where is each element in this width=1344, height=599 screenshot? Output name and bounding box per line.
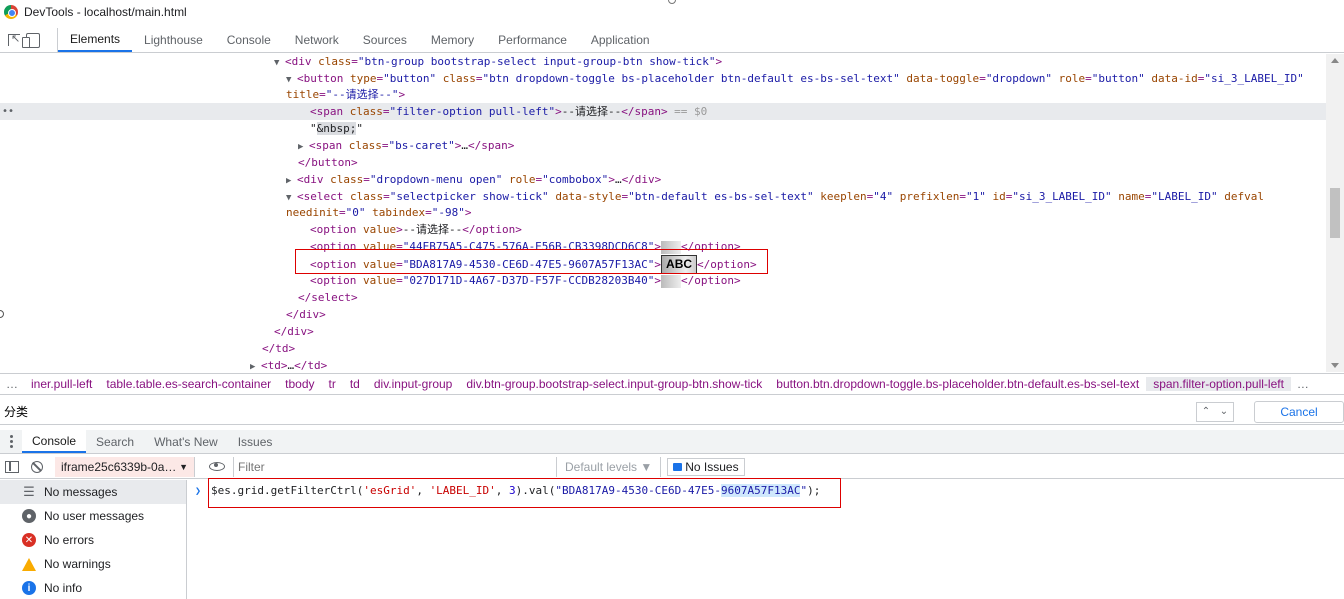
chevron-down-icon: ▼ xyxy=(179,461,188,472)
console-sidebar: ☰ No messages ● No user messages ✕ No er… xyxy=(0,480,187,599)
search-prev-icon[interactable]: ⌃ xyxy=(1197,403,1215,421)
devtools-tabbar: Elements Lighthouse Console Network Sour… xyxy=(0,28,1344,53)
breadcrumb-item[interactable]: tr xyxy=(322,377,343,391)
dom-node[interactable]: ▶ <div class="dropdown-menu open" role="c… xyxy=(286,171,661,188)
window-titlebar: DevTools - localhost/main.html xyxy=(0,0,1344,24)
node-menu-icon[interactable]: •• xyxy=(2,103,14,120)
breadcrumb-item[interactable]: div.btn-group.bootstrap-select.input-gro… xyxy=(459,377,769,391)
context-select[interactable]: iframe25c6339b-0a… ▼ xyxy=(55,456,195,477)
scroll-up-icon[interactable] xyxy=(1331,58,1339,63)
tab-lighthouse[interactable]: Lighthouse xyxy=(132,28,215,52)
dom-closing-tag[interactable]: </div> xyxy=(274,323,314,340)
dom-node-selected[interactable]: <span class="filter-option pull-left">--… xyxy=(310,103,707,120)
drawer-menu-icon[interactable] xyxy=(0,430,22,453)
dom-node[interactable]: ▼ <button type="button" class="btn dropdo… xyxy=(286,70,1304,87)
issues-label: No Issues xyxy=(685,459,739,474)
tab-performance[interactable]: Performance xyxy=(486,28,579,52)
expand-triangle-icon[interactable]: ▼ xyxy=(274,55,285,72)
search-navigation: ⌃ ⌄ xyxy=(1196,401,1234,422)
dom-closing-tag[interactable]: </button> xyxy=(298,154,358,171)
drawer-tab-issues[interactable]: Issues xyxy=(228,430,283,453)
tab-application[interactable]: Application xyxy=(579,28,662,52)
console-filter-input[interactable] xyxy=(233,456,557,477)
annotation-highlight-box xyxy=(208,478,841,508)
device-toolbar-icon[interactable] xyxy=(22,32,40,48)
window-title: DevTools - localhost/main.html xyxy=(24,5,187,19)
issue-flag-icon xyxy=(673,462,683,471)
scrollbar-thumb[interactable] xyxy=(1330,188,1340,238)
sidebar-item-label: No messages xyxy=(44,485,118,499)
issues-button[interactable]: No Issues xyxy=(667,457,745,476)
drawer-tab-console[interactable]: Console xyxy=(22,430,87,453)
breadcrumb-item[interactable]: div.input-group xyxy=(367,377,460,391)
tab-network[interactable]: Network xyxy=(283,28,351,52)
dom-option-node[interactable]: <option value="027D171D-4A67-D37D-F57F-C… xyxy=(310,272,741,289)
tab-memory[interactable]: Memory xyxy=(419,28,486,52)
sidebar-item-messages[interactable]: ☰ No messages xyxy=(0,480,186,504)
breadcrumb-right-icon[interactable]: … xyxy=(1291,377,1315,391)
drawer-tab-whats-new[interactable]: What's New xyxy=(144,430,228,453)
dom-node-continuation: title="--请选择--"> xyxy=(286,88,406,101)
breadcrumb-item[interactable]: td xyxy=(343,377,367,391)
breadcrumb-left-icon[interactable]: … xyxy=(0,377,24,391)
dom-node-continuation: needinit="0" tabindex="-98"> xyxy=(286,206,472,219)
dom-node[interactable]: ▶ <span class="bs-caret">…</span> xyxy=(298,137,514,154)
dom-node[interactable]: ▼ <select class="selectpicker show-tick" … xyxy=(286,188,1264,205)
inspect-element-icon[interactable] xyxy=(8,32,20,46)
dom-node[interactable]: ▼ <div class="btn-group bootstrap-select … xyxy=(274,54,722,70)
dom-closing-tag[interactable]: </select> xyxy=(298,289,358,306)
dom-text-node[interactable]: "&nbsp;" xyxy=(310,120,363,137)
sidebar-item-label: No user messages xyxy=(44,509,145,523)
clear-console-icon[interactable] xyxy=(31,460,43,473)
breadcrumb-item[interactable]: tbody xyxy=(278,377,321,391)
redacted-text xyxy=(661,274,682,288)
sidebar-item-label: No warnings xyxy=(44,557,111,571)
tab-console[interactable]: Console xyxy=(215,28,283,52)
info-icon: i xyxy=(22,581,36,595)
dom-node[interactable]: ▶ <td>…</td> xyxy=(250,357,327,372)
sidebar-item-warnings[interactable]: No warnings xyxy=(0,552,186,576)
elements-scrollbar[interactable] xyxy=(1326,54,1344,372)
dom-option-node[interactable]: <option value>--请选择--</option> xyxy=(310,221,522,238)
sidebar-item-label: No info xyxy=(44,581,83,595)
log-levels-dropdown[interactable]: Default levels ▼ xyxy=(557,456,662,477)
dom-closing-tag[interactable]: </td> xyxy=(262,340,295,357)
warning-icon xyxy=(22,557,36,571)
user-icon: ● xyxy=(22,509,36,523)
live-expression-eye-icon[interactable] xyxy=(209,462,225,471)
drawer-tabbar: Console Search What's New Issues xyxy=(0,430,1344,454)
elements-search-bar: ⌃ ⌄ Cancel xyxy=(0,399,1344,425)
dom-closing-tag[interactable]: </div> xyxy=(286,306,326,323)
breadcrumb: … iner.pull-left table.table.es-search-c… xyxy=(0,373,1344,395)
search-next-icon[interactable]: ⌄ xyxy=(1215,403,1233,421)
expand-triangle-icon[interactable]: ▶ xyxy=(250,359,261,372)
breadcrumb-item[interactable]: button.btn.dropdown-toggle.bs-placeholde… xyxy=(769,377,1146,391)
error-icon: ✕ xyxy=(22,533,36,547)
tab-sources[interactable]: Sources xyxy=(351,28,419,52)
list-icon: ☰ xyxy=(23,484,35,499)
sidebar-item-info[interactable]: i No info xyxy=(0,576,186,599)
chrome-logo-icon xyxy=(4,5,18,19)
console-toolbar: iframe25c6339b-0a… ▼ Default levels ▼ No… xyxy=(0,455,1344,479)
prompt-chevron-icon: ❯ xyxy=(195,486,202,497)
sidebar-toggle-icon[interactable] xyxy=(5,460,19,473)
breadcrumb-item[interactable]: table.table.es-search-container xyxy=(99,377,278,391)
drawer-tab-search[interactable]: Search xyxy=(86,430,144,453)
context-select-label: iframe25c6339b-0a… xyxy=(61,459,177,474)
sidebar-item-errors[interactable]: ✕ No errors xyxy=(0,528,186,552)
cancel-button[interactable]: Cancel xyxy=(1254,400,1344,423)
breadcrumb-item-active[interactable]: span.filter-option.pull-left xyxy=(1146,377,1291,391)
annotation-highlight-box xyxy=(295,249,768,274)
sidebar-item-user-messages[interactable]: ● No user messages xyxy=(0,504,186,528)
tab-elements[interactable]: Elements xyxy=(58,28,133,52)
sidebar-item-label: No errors xyxy=(44,533,95,547)
breadcrumb-item[interactable]: iner.pull-left xyxy=(24,377,99,391)
scroll-down-icon[interactable] xyxy=(1331,363,1339,368)
resize-handle-icon[interactable] xyxy=(668,0,676,4)
elements-dom-tree: •• ▼ <div class="btn-group bootstrap-sele… xyxy=(0,54,1326,372)
toolbar-icons xyxy=(0,28,58,52)
search-input[interactable] xyxy=(0,401,1196,422)
